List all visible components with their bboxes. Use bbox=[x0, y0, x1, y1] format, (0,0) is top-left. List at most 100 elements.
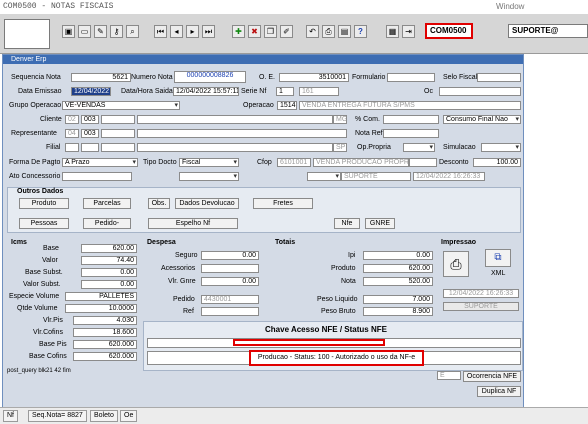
filial-label: Filial bbox=[46, 144, 61, 151]
print-nf-icon[interactable]: ⎙ bbox=[443, 251, 469, 277]
base-cofins-field[interactable]: 620.000 bbox=[73, 352, 137, 361]
status-nf[interactable]: Nf bbox=[3, 410, 18, 422]
undo-icon[interactable]: ↶ bbox=[306, 25, 319, 38]
operacao-code-field[interactable]: 1514 bbox=[277, 101, 297, 110]
produto-button[interactable]: Produto bbox=[19, 198, 69, 209]
pct-com-field[interactable] bbox=[383, 115, 439, 124]
calculator-icon[interactable]: ▦ bbox=[386, 25, 399, 38]
especie-volume-field[interactable]: PALLETES bbox=[65, 292, 137, 301]
print-icon[interactable]: ⎙ bbox=[322, 25, 335, 38]
ocorrencia-nfe-button[interactable]: Ocorrencia NFE bbox=[463, 371, 521, 382]
simulacao-label: Simulacao bbox=[443, 144, 476, 151]
data-hora-saida-field[interactable]: 12/04/2022 15:57:11 bbox=[173, 87, 239, 96]
simulacao-select[interactable] bbox=[481, 143, 521, 152]
ato-type-select[interactable] bbox=[179, 172, 239, 181]
icms-valor-subst-field[interactable]: 0.00 bbox=[81, 280, 137, 289]
search-icon[interactable]: ⌕ bbox=[126, 25, 139, 38]
espelho-nf-button[interactable]: Espelho Nf bbox=[148, 218, 238, 229]
cliente-b-field[interactable]: 003 bbox=[81, 115, 99, 124]
filial-code-field[interactable] bbox=[101, 143, 135, 152]
nfe-button[interactable]: Nfe bbox=[334, 218, 360, 229]
last-record-icon[interactable]: ⏭ bbox=[202, 25, 215, 38]
produto-total-field[interactable]: 620.00 bbox=[363, 264, 433, 273]
nfe-e-field[interactable]: E bbox=[437, 371, 461, 380]
folder-icon[interactable]: ▤ bbox=[338, 25, 351, 38]
serie-nf-code-field[interactable]: 161 bbox=[299, 87, 339, 96]
status-oe[interactable]: Oe bbox=[120, 410, 138, 422]
dados-devolucao-button[interactable]: Dados Devolucao bbox=[175, 198, 239, 209]
acessorios-field[interactable] bbox=[201, 264, 259, 273]
grupo-operacao-select[interactable]: VE-VENDAS bbox=[62, 101, 180, 110]
icms-base-subst-field[interactable]: 0.00 bbox=[81, 268, 137, 277]
produto-total-label: Produto bbox=[331, 265, 356, 272]
user-field[interactable]: SUPORTE@ bbox=[508, 24, 588, 38]
forma-pagto-select[interactable]: A Prazo bbox=[62, 158, 138, 167]
peso-liquido-field[interactable]: 7.000 bbox=[363, 295, 433, 304]
pedido-button[interactable]: Pedido- bbox=[83, 218, 131, 229]
fretes-button[interactable]: Fretes bbox=[253, 198, 313, 209]
representante-b-field[interactable]: 003 bbox=[81, 129, 99, 138]
oc-field[interactable] bbox=[439, 87, 521, 96]
vlr-cofins-field[interactable]: 18.600 bbox=[73, 328, 137, 337]
cliente-code-field[interactable] bbox=[101, 115, 135, 124]
add-icon[interactable]: ✚ bbox=[232, 25, 245, 38]
delete-icon[interactable]: ✖ bbox=[248, 25, 261, 38]
nota-total-field[interactable]: 520.00 bbox=[363, 277, 433, 286]
vlr-gnre-field[interactable]: 0.00 bbox=[201, 277, 259, 286]
formulario-field[interactable] bbox=[387, 73, 435, 82]
desconto-field[interactable]: 100.00 bbox=[473, 158, 521, 167]
peso-bruto-field[interactable]: 8.900 bbox=[363, 307, 433, 316]
first-record-icon[interactable]: ⏮ bbox=[154, 25, 167, 38]
icms-valor-field[interactable]: 74.40 bbox=[81, 256, 137, 265]
numero-nota-field[interactable]: 000000008826 bbox=[174, 71, 246, 83]
screen-icon[interactable]: ▭ bbox=[78, 25, 91, 38]
ref-field[interactable] bbox=[201, 307, 259, 316]
prev-record-icon[interactable]: ◂ bbox=[170, 25, 183, 38]
representante-code-field[interactable] bbox=[101, 129, 135, 138]
vlr-pis-label: Vlr.Pis bbox=[43, 317, 63, 324]
edit-icon[interactable]: ✐ bbox=[280, 25, 293, 38]
filial-b-field[interactable] bbox=[81, 143, 99, 152]
peso-bruto-label: Peso Bruto bbox=[321, 308, 356, 315]
cfop-field[interactable]: 6101001 bbox=[277, 158, 311, 167]
filial-a-field[interactable] bbox=[65, 143, 79, 152]
selo-fiscal-field[interactable] bbox=[477, 73, 521, 82]
tools-icon[interactable]: ✎ bbox=[94, 25, 107, 38]
serie-nf-field[interactable]: 1 bbox=[276, 87, 294, 96]
copy-icon[interactable]: ❐ bbox=[264, 25, 277, 38]
save-icon[interactable]: ▣ bbox=[62, 25, 75, 38]
consumo-final-select[interactable]: Consumo Final Nao bbox=[443, 115, 521, 124]
tipo-docto-select[interactable]: Fiscal bbox=[179, 158, 239, 167]
cliente-a-field[interactable]: 02 bbox=[65, 115, 79, 124]
gnre-button[interactable]: GNRE bbox=[365, 218, 395, 229]
window-menu[interactable]: Window bbox=[496, 2, 524, 11]
suporte-select[interactable] bbox=[307, 172, 341, 181]
base-pis-field[interactable]: 620.000 bbox=[73, 340, 137, 349]
seguro-field[interactable]: 0.00 bbox=[201, 251, 259, 260]
ato-concessorio-field[interactable] bbox=[62, 172, 132, 181]
sequencia-nota-field[interactable]: 5621 bbox=[71, 73, 131, 82]
duplica-nf-button[interactable]: Duplica NF bbox=[477, 386, 521, 397]
ipi-field[interactable]: 0.00 bbox=[363, 251, 433, 260]
qtde-volume-field[interactable]: 10.0000 bbox=[65, 304, 137, 313]
key-icon[interactable]: ⚷ bbox=[110, 25, 123, 38]
representante-a-field[interactable]: 04 bbox=[65, 129, 79, 138]
exit-icon[interactable]: ⇥ bbox=[402, 25, 415, 38]
nota-ref-field[interactable] bbox=[383, 129, 439, 138]
vlr-pis-field[interactable]: 4.030 bbox=[73, 316, 137, 325]
obs-button[interactable]: Obs. bbox=[148, 198, 170, 209]
xml-label[interactable]: XML bbox=[491, 269, 505, 278]
oe-field[interactable]: 3510001 bbox=[279, 73, 349, 82]
data-emissao-field[interactable]: 12/04/2022 bbox=[71, 87, 111, 96]
pedido-field[interactable]: 4430001 bbox=[201, 295, 259, 304]
pessoas-button[interactable]: Pessoas bbox=[19, 218, 69, 229]
icms-base-field[interactable]: 620.00 bbox=[81, 244, 137, 253]
xml-file-icon[interactable]: ⧉ bbox=[485, 249, 511, 267]
op-propria-select[interactable] bbox=[403, 143, 435, 152]
status-boleto[interactable]: Boleto bbox=[90, 410, 118, 422]
ipi-label: Ipi bbox=[348, 252, 356, 259]
parcelas-button[interactable]: Parcelas bbox=[83, 198, 131, 209]
help-icon[interactable]: ? bbox=[354, 25, 367, 38]
next-record-icon[interactable]: ▸ bbox=[186, 25, 199, 38]
pct-com-label: % Com. bbox=[355, 116, 380, 123]
